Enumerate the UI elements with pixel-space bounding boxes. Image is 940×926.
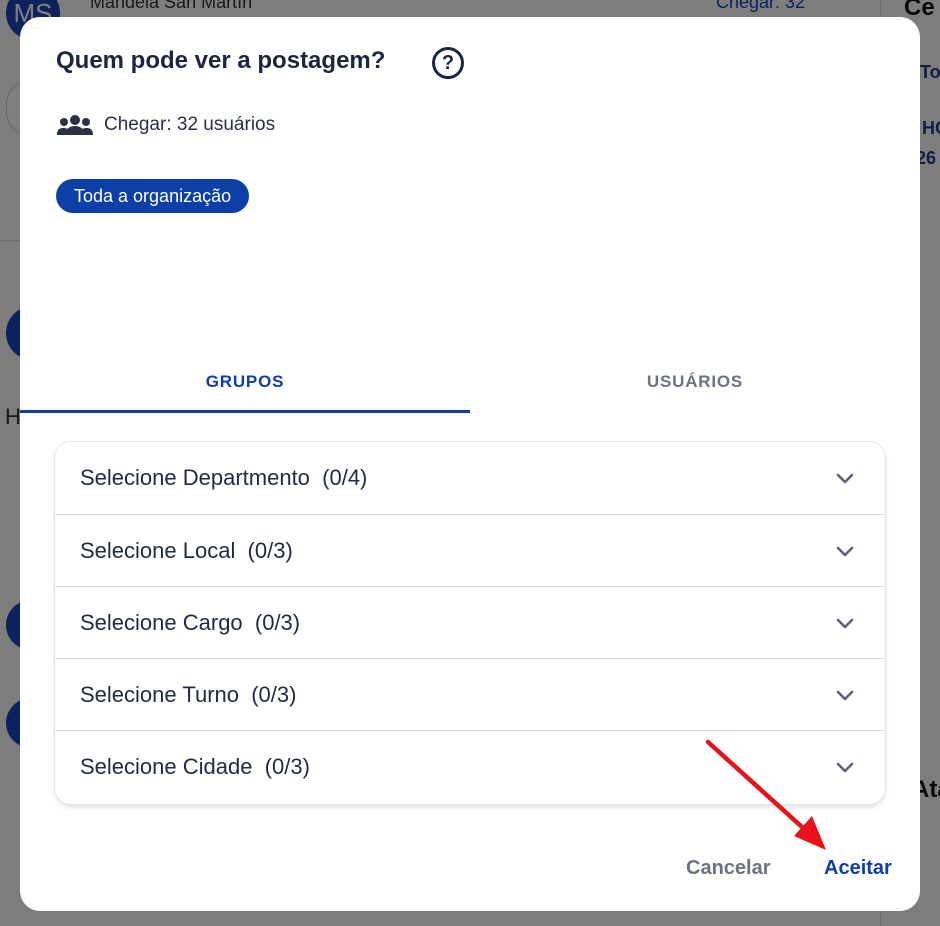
group-shift-row[interactable]: Selecione Turno (0/3) xyxy=(55,658,885,730)
group-location-label: Selecione Local (0/3) xyxy=(80,537,293,563)
chevron-down-icon xyxy=(836,473,854,484)
group-role-row[interactable]: Selecione Cargo (0/3) xyxy=(55,586,885,658)
reach-summary: Chegar: 32 usuários xyxy=(56,114,275,136)
group-department-label: Selecione Departmento (0/4) xyxy=(80,465,368,490)
cancel-button[interactable]: Cancelar xyxy=(686,857,771,880)
group-city-label: Selecione Cidade (0/3) xyxy=(80,753,310,779)
chevron-down-icon xyxy=(836,762,854,773)
dialog-title: Quem pode ver a postagem? xyxy=(56,47,386,74)
chevron-down-icon xyxy=(836,690,854,701)
tab-bar: GRUPOS USUÁRIOS xyxy=(20,352,920,414)
tab-users[interactable]: USUÁRIOS xyxy=(470,352,920,412)
group-shift-label: Selecione Turno (0/3) xyxy=(80,681,297,707)
group-location-row[interactable]: Selecione Local (0/3) xyxy=(55,514,885,586)
group-department-row[interactable]: Selecione Departmento (0/4) xyxy=(55,442,885,514)
chevron-down-icon xyxy=(836,618,854,629)
chevron-down-icon xyxy=(836,546,854,557)
users-group-icon xyxy=(56,114,94,136)
accept-button[interactable]: Aceitar xyxy=(824,857,892,880)
tab-groups[interactable]: GRUPOS xyxy=(20,352,470,412)
group-role-label: Selecione Cargo (0/3) xyxy=(80,609,301,635)
question-circle-icon[interactable]: ? xyxy=(432,47,464,79)
active-tab-indicator xyxy=(20,410,470,413)
organization-chip[interactable]: Toda a organização xyxy=(56,179,250,213)
reach-count-text: Chegar: 32 usuários xyxy=(104,114,276,135)
visibility-dialog: Quem pode ver a postagem? ? Chegar: 32 u… xyxy=(20,17,920,911)
group-filter-list: Selecione Departmento (0/4) Selecione Lo… xyxy=(55,442,885,804)
group-city-row[interactable]: Selecione Cidade (0/3) xyxy=(55,730,885,802)
